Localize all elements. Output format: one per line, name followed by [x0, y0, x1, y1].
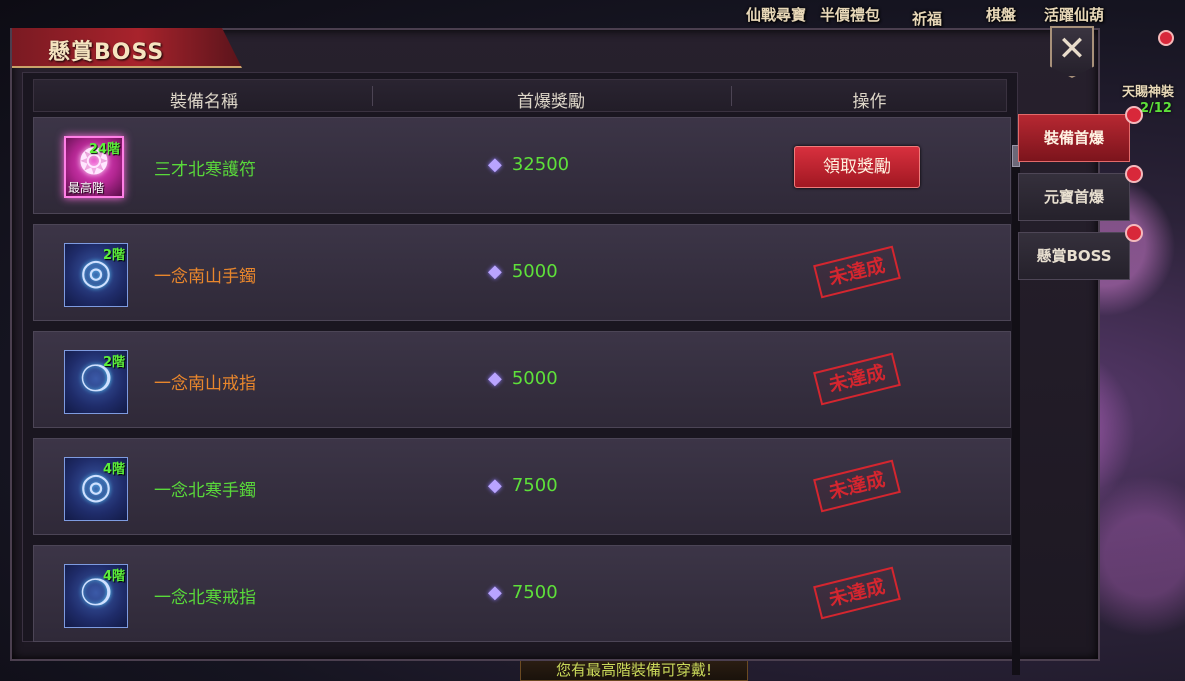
equipment-name: 一念北寒戒指: [154, 588, 256, 608]
equipment-name: 一念南山手鐲: [154, 267, 256, 287]
equipment-name: 一念北寒手鐲: [154, 481, 256, 501]
equipment-name: 一念南山戒指: [154, 374, 256, 394]
reward-amount: 7500: [511, 582, 558, 603]
table-header: 裝備名稱 首爆獎勵 操作: [33, 79, 1007, 112]
table-row: ◎ 2階 一念南山手鐲 ◆ 5000 未達成: [33, 224, 1011, 321]
diamond-icon: ◆: [488, 475, 502, 496]
side-tab[interactable]: 懸賞BOSS: [1018, 232, 1130, 280]
side-tab[interactable]: 裝備首爆: [1018, 114, 1130, 162]
title-tab: 懸賞BOSS: [12, 28, 242, 68]
side-tab[interactable]: 元寶首爆: [1018, 173, 1130, 221]
table-row: ❍ 2階 一念南山戒指 ◆ 5000 未達成: [33, 331, 1011, 428]
reward-amount: 32500: [511, 154, 570, 175]
equipment-slot[interactable]: ◎ 4階: [64, 457, 128, 521]
hud-treasure-hunt[interactable]: 仙戰尋寶: [746, 4, 806, 25]
reward: ◆ 5000: [488, 368, 558, 389]
equipment-slot[interactable]: ❍ 4階: [64, 564, 128, 628]
reward: ◆ 7500: [488, 475, 558, 496]
header-first-drop-reward: 首爆獎勵: [517, 92, 585, 112]
equipment-slot[interactable]: ❍ 2階: [64, 350, 128, 414]
diamond-icon: ◆: [488, 154, 502, 175]
diamond-icon: ◆: [488, 261, 502, 282]
table-row: ❍ 4階 一念北寒戒指 ◆ 7500 未達成: [33, 545, 1011, 642]
table-row: ❂ 24階 最高階 三才北寒護符 ◆ 32500 領取獎勵: [33, 117, 1011, 214]
close-icon: ✕: [1057, 29, 1087, 69]
reward: ◆ 32500: [488, 154, 569, 175]
not-achieved-stamp: 未達成: [813, 459, 901, 513]
hud-side-title[interactable]: 天賜神裝: [1122, 81, 1174, 100]
equipment-name: 三才北寒護符: [154, 160, 256, 180]
reward-amount: 7500: [511, 475, 558, 496]
header-action: 操作: [852, 92, 887, 112]
top-hud: 仙戰尋寶 半價禮包 祈福 棋盤 活躍仙葫: [0, 0, 1185, 29]
hud-blessing[interactable]: 祈福: [912, 8, 942, 29]
table-scrollbar[interactable]: [1012, 145, 1020, 675]
hud-side-count: 2/12: [1140, 101, 1172, 116]
notification-dot: [1125, 224, 1143, 242]
bounty-boss-window: 懸賞BOSS ✕ 裝備名稱 首爆獎勵 操作 ❂ 24階 最高階 三才北寒護符 ◆…: [10, 26, 1100, 675]
reward: ◆ 7500: [488, 582, 558, 603]
tier-label: 24階: [88, 142, 120, 157]
diamond-icon: ◆: [488, 368, 502, 389]
not-achieved-stamp: 未達成: [813, 566, 901, 620]
equipment-slot[interactable]: ❂ 24階 最高階: [64, 136, 124, 198]
tier-label: 4階: [102, 569, 125, 584]
claim-reward-button[interactable]: 領取獎勵: [794, 146, 920, 188]
close-button[interactable]: ✕: [1050, 26, 1094, 78]
max-tier-label: 最高階: [68, 181, 105, 195]
tier-label: 4階: [102, 462, 125, 477]
reward-amount: 5000: [511, 368, 558, 389]
bottom-notice[interactable]: 您有最高階裝備可穿戴!: [520, 660, 748, 681]
header-equipment-name: 裝備名稱: [170, 92, 238, 112]
hud-half-price-pack[interactable]: 半價禮包: [820, 4, 880, 25]
window-title: 懸賞BOSS: [48, 40, 165, 65]
tier-label: 2階: [102, 355, 125, 370]
not-achieved-stamp: 未達成: [813, 352, 901, 406]
notification-dot: [1125, 106, 1143, 124]
diamond-icon: ◆: [488, 582, 502, 603]
hud-active-gourd[interactable]: 活躍仙葫: [1044, 4, 1104, 25]
table-row: ◎ 4階 一念北寒手鐲 ◆ 7500 未達成: [33, 438, 1011, 535]
first-drop-table: 裝備名稱 首爆獎勵 操作 ❂ 24階 最高階 三才北寒護符 ◆ 32500 領取…: [22, 72, 1020, 675]
reward: ◆ 5000: [488, 261, 558, 282]
notification-dot: [1125, 165, 1143, 183]
equipment-slot[interactable]: ◎ 2階: [64, 243, 128, 307]
tier-label: 2階: [102, 248, 125, 263]
not-achieved-stamp: 未達成: [813, 245, 901, 299]
reward-amount: 5000: [511, 261, 558, 282]
hud-chessboard[interactable]: 棋盤: [986, 4, 1016, 25]
hud-notification-dot: [1158, 30, 1174, 46]
